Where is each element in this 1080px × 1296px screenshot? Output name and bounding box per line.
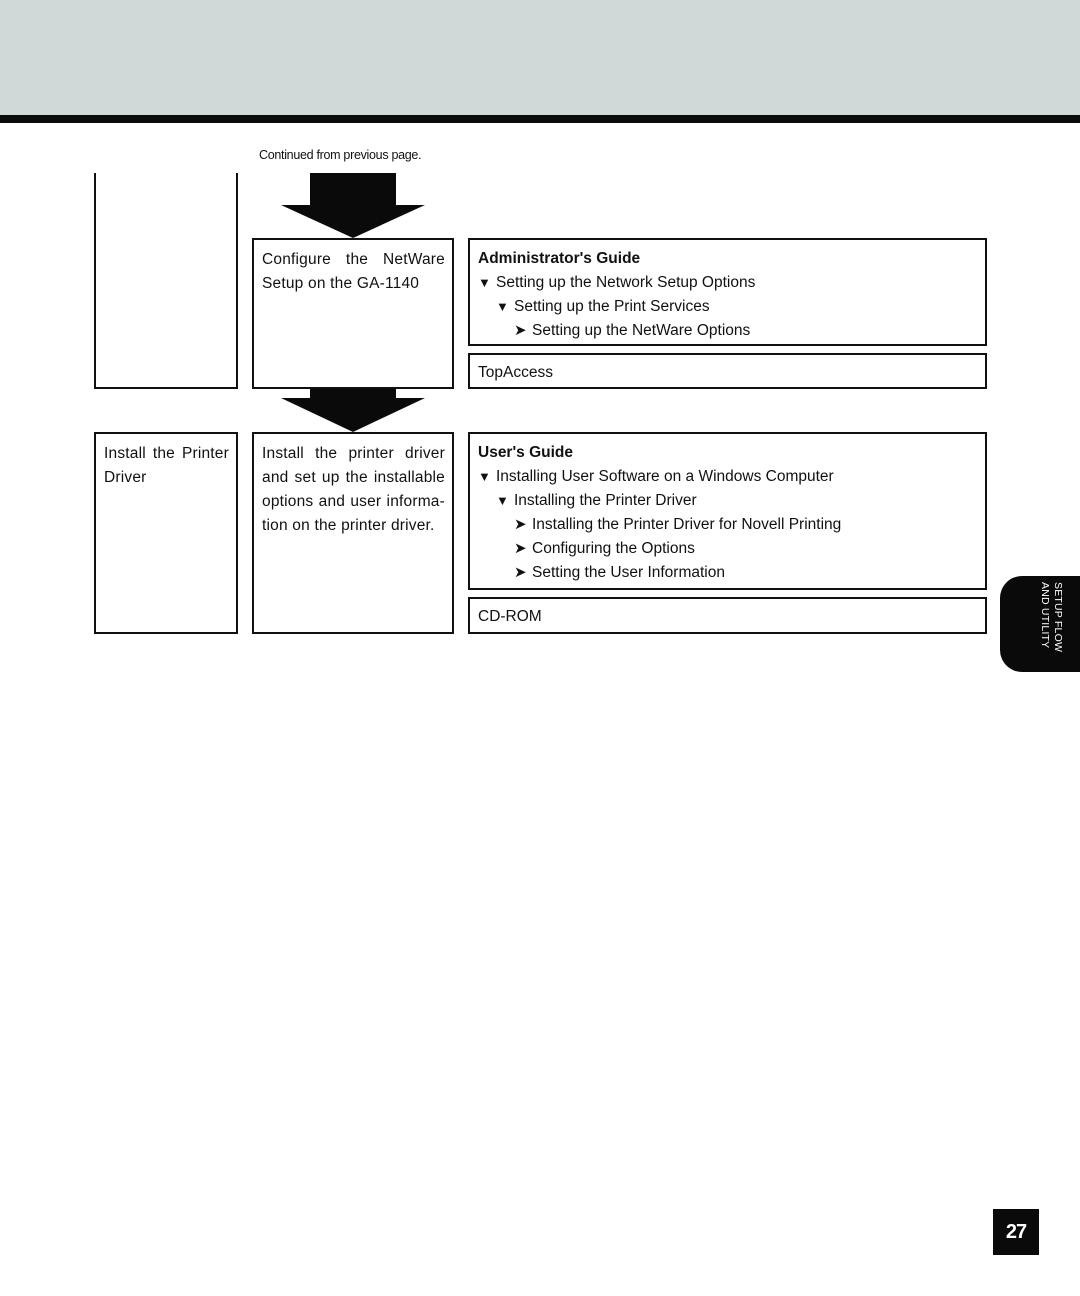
arrow-right-icon: ➤: [514, 516, 527, 533]
reference-item[interactable]: ➤ Configuring the Options: [478, 537, 977, 561]
step-line: Install the printer driver: [262, 445, 445, 462]
reference-title: Administrator's Guide: [478, 250, 641, 267]
row2-left-box: Install the Printer Driver: [94, 432, 238, 634]
reference-item[interactable]: ➤ Setting the User Information: [478, 561, 977, 585]
continued-note: Continued from previous page.: [259, 148, 422, 162]
flow-arrow-down-icon: [281, 173, 425, 238]
row1-reference-box: Administrator's Guide ▼ Setting up the Ne…: [468, 238, 987, 346]
reference-item-text: Installing the Printer Driver for Novell…: [532, 516, 842, 533]
reference-item-text: Configuring the Options: [532, 540, 695, 557]
page-number: 27: [993, 1209, 1039, 1255]
reference-item[interactable]: ▼ Installing User Software on a Windows C…: [478, 465, 977, 489]
row1-step-text: Configure the NetWare Setup on the GA-11…: [254, 240, 452, 296]
left-label-line: Install the Printer: [104, 445, 229, 462]
reference-item-text: Setting up the Print Services: [514, 298, 710, 315]
row2-tool-box: CD-ROM: [468, 597, 987, 634]
reference-item-text: Setting up the Network Setup Options: [496, 274, 756, 291]
reference-item[interactable]: ➤ Installing the Printer Driver for Novel…: [478, 513, 977, 537]
arrow-right-icon: ➤: [514, 540, 527, 557]
reference-item-text: Installing User Software on a Windows Co…: [496, 468, 834, 485]
left-label-line: Driver: [104, 469, 147, 486]
step-line: tion on the printer driver.: [262, 517, 435, 534]
reference-item[interactable]: ▼ Setting up the Network Setup Options: [478, 271, 977, 295]
side-tab-line: AND UTILITY: [1039, 582, 1051, 649]
triangle-down-icon: ▼: [496, 299, 509, 314]
reference-item-text: Setting the User Information: [532, 564, 725, 581]
reference-item[interactable]: ▼ Setting up the Print Services: [478, 295, 977, 319]
arrow-right-icon: ➤: [514, 564, 527, 581]
reference-item-text: Setting up the NetWare Options: [532, 322, 751, 339]
flow-arrow-down-icon: [281, 389, 425, 432]
flow-arrow-shape: [281, 389, 425, 432]
row2-step-box: Install the printer driver and set up th…: [252, 432, 454, 634]
reference-item[interactable]: ▼ Installing the Printer Driver: [478, 489, 977, 513]
row2-step-text: Install the printer driver and set up th…: [254, 434, 452, 538]
section-side-tab[interactable]: SETUP FLOW AND UTILITY: [1000, 576, 1080, 672]
header-band: [0, 0, 1080, 115]
flow-arrow-shape: [281, 173, 425, 238]
row1-tool-box: TopAccess: [468, 353, 987, 389]
row2-reference-box: User's Guide ▼ Installing User Software o…: [468, 432, 987, 590]
step-line: Configure the NetWare: [262, 251, 445, 268]
tool-label: CD-ROM: [478, 608, 542, 625]
reference-item-text: Installing the Printer Driver: [514, 492, 697, 509]
triangle-down-icon: ▼: [478, 469, 491, 484]
header-rule: [0, 115, 1080, 123]
triangle-down-icon: ▼: [478, 275, 491, 290]
step-line: options and user informa-: [262, 493, 445, 510]
row2-left-label: Install the Printer Driver: [96, 434, 236, 490]
side-tab-line: SETUP FLOW: [1052, 582, 1064, 653]
row1-left-column: [94, 173, 238, 389]
step-line: and set up the installable: [262, 469, 445, 486]
arrow-right-icon: ➤: [514, 322, 527, 339]
tool-label: TopAccess: [478, 364, 553, 381]
row1-step-box: Configure the NetWare Setup on the GA-11…: [252, 238, 454, 389]
triangle-down-icon: ▼: [496, 493, 509, 508]
side-tab-label: SETUP FLOW AND UTILITY: [1028, 582, 1064, 666]
reference-title: User's Guide: [478, 444, 573, 461]
reference-item[interactable]: ➤ Setting up the NetWare Options: [478, 319, 977, 343]
step-line: Setup on the GA-1140: [262, 275, 420, 292]
